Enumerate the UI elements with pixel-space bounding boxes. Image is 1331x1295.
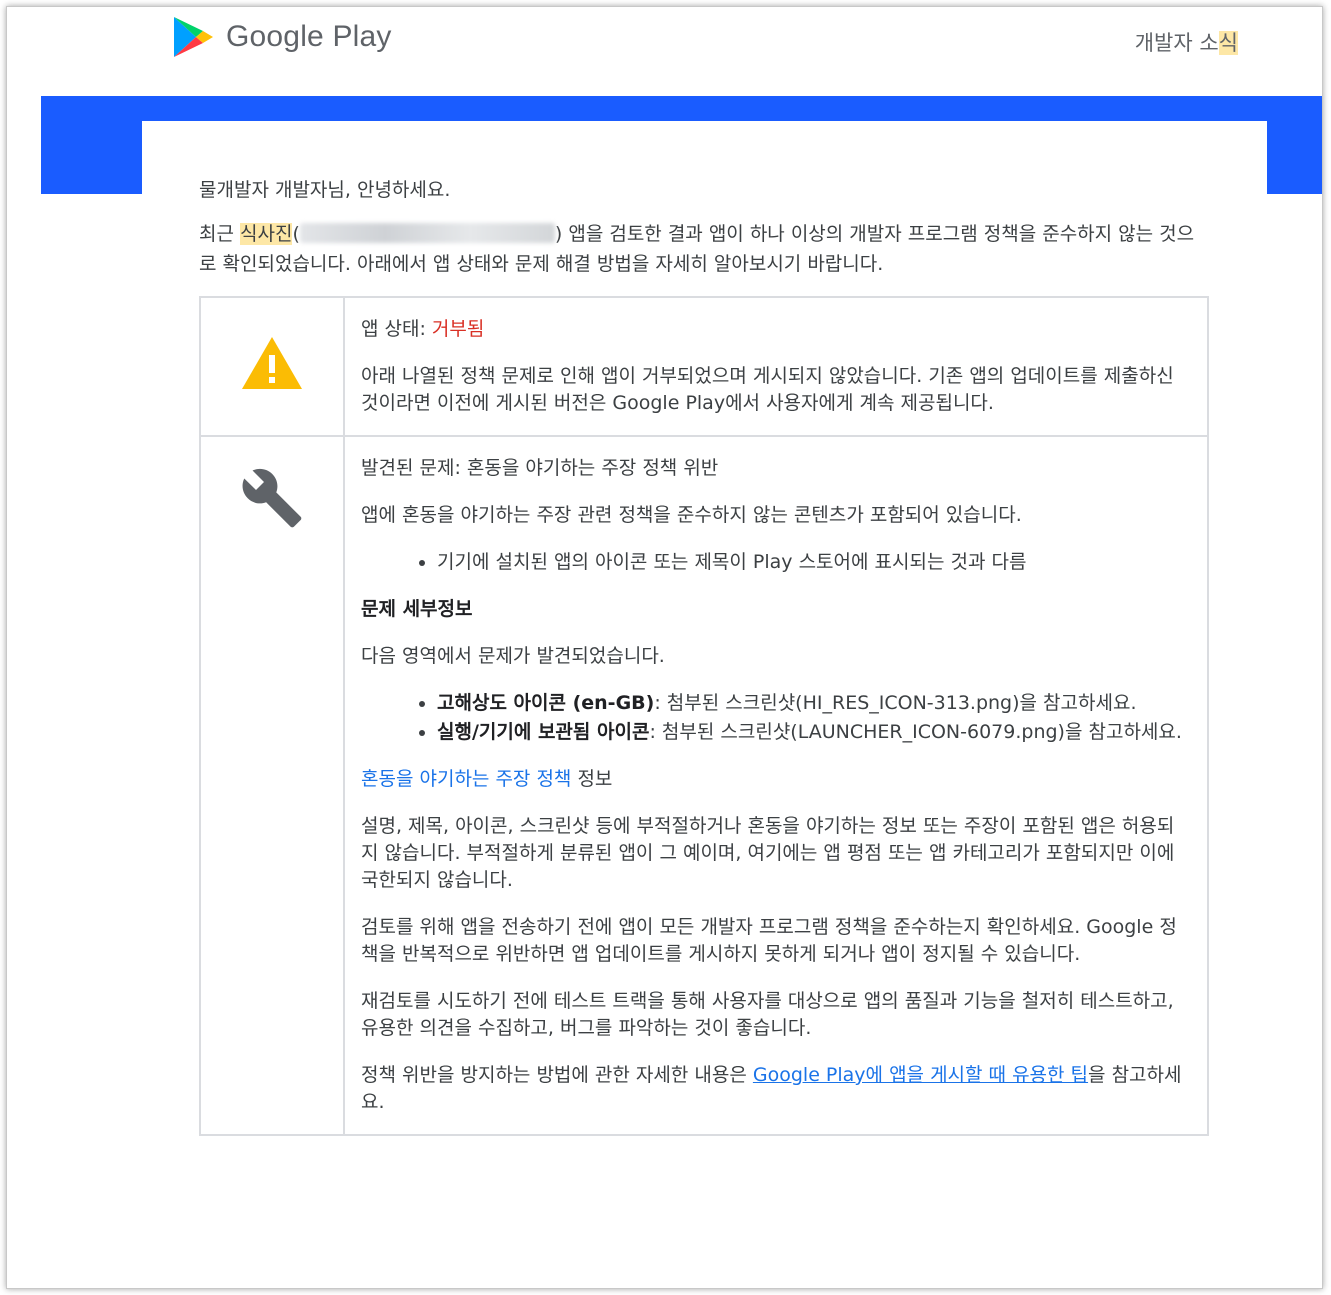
status-description: 아래 나열된 정책 문제로 인해 앱이 거부되었으며 게시되지 않았습니다. 기… [361, 365, 1174, 414]
logo-text: Google Play [226, 20, 392, 53]
policy-link[interactable]: 혼동을 야기하는 주장 정책 [361, 768, 571, 790]
developer-news-highlight: 식 [1218, 31, 1238, 55]
email-frame: Google Play 개발자 소식 물개발자 개발자님, 안녕하세요. 최근 … [6, 6, 1323, 1289]
details-list: 고해상도 아이콘 (en-GB): 첨부된 스크린샷(HI_RES_ICON-3… [361, 690, 1191, 746]
details-intro: 다음 영역에서 문제가 발견되었습니다. [361, 645, 665, 667]
detail-text: : 첨부된 스크린샷(HI_RES_ICON-313.png)을 참고하세요. [654, 692, 1137, 714]
google-play-logo[interactable]: Google Play [172, 15, 392, 59]
detail-item-launcher-icon: 실행/기기에 보관됨 아이콘: 첨부된 스크린샷(LAUNCHER_ICON-6… [437, 719, 1191, 746]
paren-open: ( [292, 223, 300, 245]
detail-text: : 첨부된 스크린샷(LAUNCHER_ICON-6079.png)을 참고하세… [649, 721, 1182, 743]
details-heading: 문제 세부정보 [361, 598, 473, 620]
developer-news-link[interactable]: 개발자 소식 [1135, 27, 1238, 57]
email-card: 물개발자 개발자님, 안녕하세요. 최근 식사진() 앱을 검토한 결과 앱이 … [142, 121, 1267, 1288]
issue-icon-cell [199, 435, 345, 1136]
intro-paragraph: 최근 식사진() 앱을 검토한 결과 앱이 하나 이상의 개발자 프로그램 정책… [199, 219, 1209, 279]
warning-icon [242, 337, 302, 389]
developer-news-prefix: 개발자 소 [1134, 31, 1219, 55]
issue-title: 발견된 문제: 혼동을 야기하는 주장 정책 위반 [361, 457, 719, 479]
issue-bullet: 기기에 설치된 앱의 아이콘 또는 제목이 Play 스토어에 표시되는 것과 … [437, 549, 1191, 576]
policy-link-line: 혼동을 야기하는 주장 정책 정보 [361, 766, 1191, 793]
issue-row: 발견된 문제: 혼동을 야기하는 주장 정책 위반 앱에 혼동을 야기하는 주장… [199, 435, 1209, 1136]
tips-prefix: 정책 위반을 방지하는 방법에 관한 자세한 내용은 [361, 1064, 753, 1086]
issue-summary: 앱에 혼동을 야기하는 주장 관련 정책을 준수하지 않는 콘텐츠가 포함되어 … [361, 504, 1022, 526]
status-line: 앱 상태: 거부됨 [361, 316, 1191, 343]
google-play-logo-icon [174, 17, 213, 57]
review-text: 검토를 위해 앱을 전송하기 전에 앱이 모든 개발자 프로그램 정책을 준수하… [361, 916, 1177, 965]
tips-link[interactable]: Google Play에 앱을 게시할 때 유용한 팁 [753, 1064, 1088, 1086]
status-row: 앱 상태: 거부됨 아래 나열된 정책 문제로 인해 앱이 거부되었으며 게시되… [199, 296, 1209, 437]
detail-label: 실행/기기에 보관됨 아이콘 [437, 721, 650, 743]
test-text: 재검토를 시도하기 전에 테스트 트랙을 통해 사용자를 대상으로 앱의 품질과… [361, 990, 1174, 1039]
status-text-cell: 앱 상태: 거부됨 아래 나열된 정책 문제로 인해 앱이 거부되었으며 게시되… [343, 296, 1209, 437]
issue-bullets: 기기에 설치된 앱의 아이콘 또는 제목이 Play 스토어에 표시되는 것과 … [361, 549, 1191, 576]
header: Google Play 개발자 소식 [7, 7, 1322, 97]
policy-text: 설명, 제목, 아이콘, 스크린샷 등에 부적절하거나 혼동을 야기하는 정보 … [361, 815, 1175, 891]
policy-table: 앱 상태: 거부됨 아래 나열된 정책 문제로 인해 앱이 거부되었으며 게시되… [199, 296, 1209, 1136]
wrench-icon [242, 468, 302, 528]
status-label: 앱 상태: [361, 318, 432, 340]
blurred-package-name [299, 223, 555, 243]
app-name: 식사진 [240, 223, 293, 245]
issue-text-cell: 발견된 문제: 혼동을 야기하는 주장 정책 위반 앱에 혼동을 야기하는 주장… [343, 435, 1209, 1136]
policy-suffix: 정보 [571, 768, 613, 790]
intro-prefix: 최근 [199, 223, 240, 245]
status-value: 거부됨 [431, 318, 485, 340]
status-icon-cell [199, 296, 345, 437]
detail-item-hires-icon: 고해상도 아이콘 (en-GB): 첨부된 스크린샷(HI_RES_ICON-3… [437, 690, 1191, 717]
tips-line: 정책 위반을 방지하는 방법에 관한 자세한 내용은 Google Play에 … [361, 1062, 1191, 1116]
greeting: 물개발자 개발자님, 안녕하세요. [199, 179, 451, 201]
detail-label: 고해상도 아이콘 (en-GB) [437, 692, 655, 714]
